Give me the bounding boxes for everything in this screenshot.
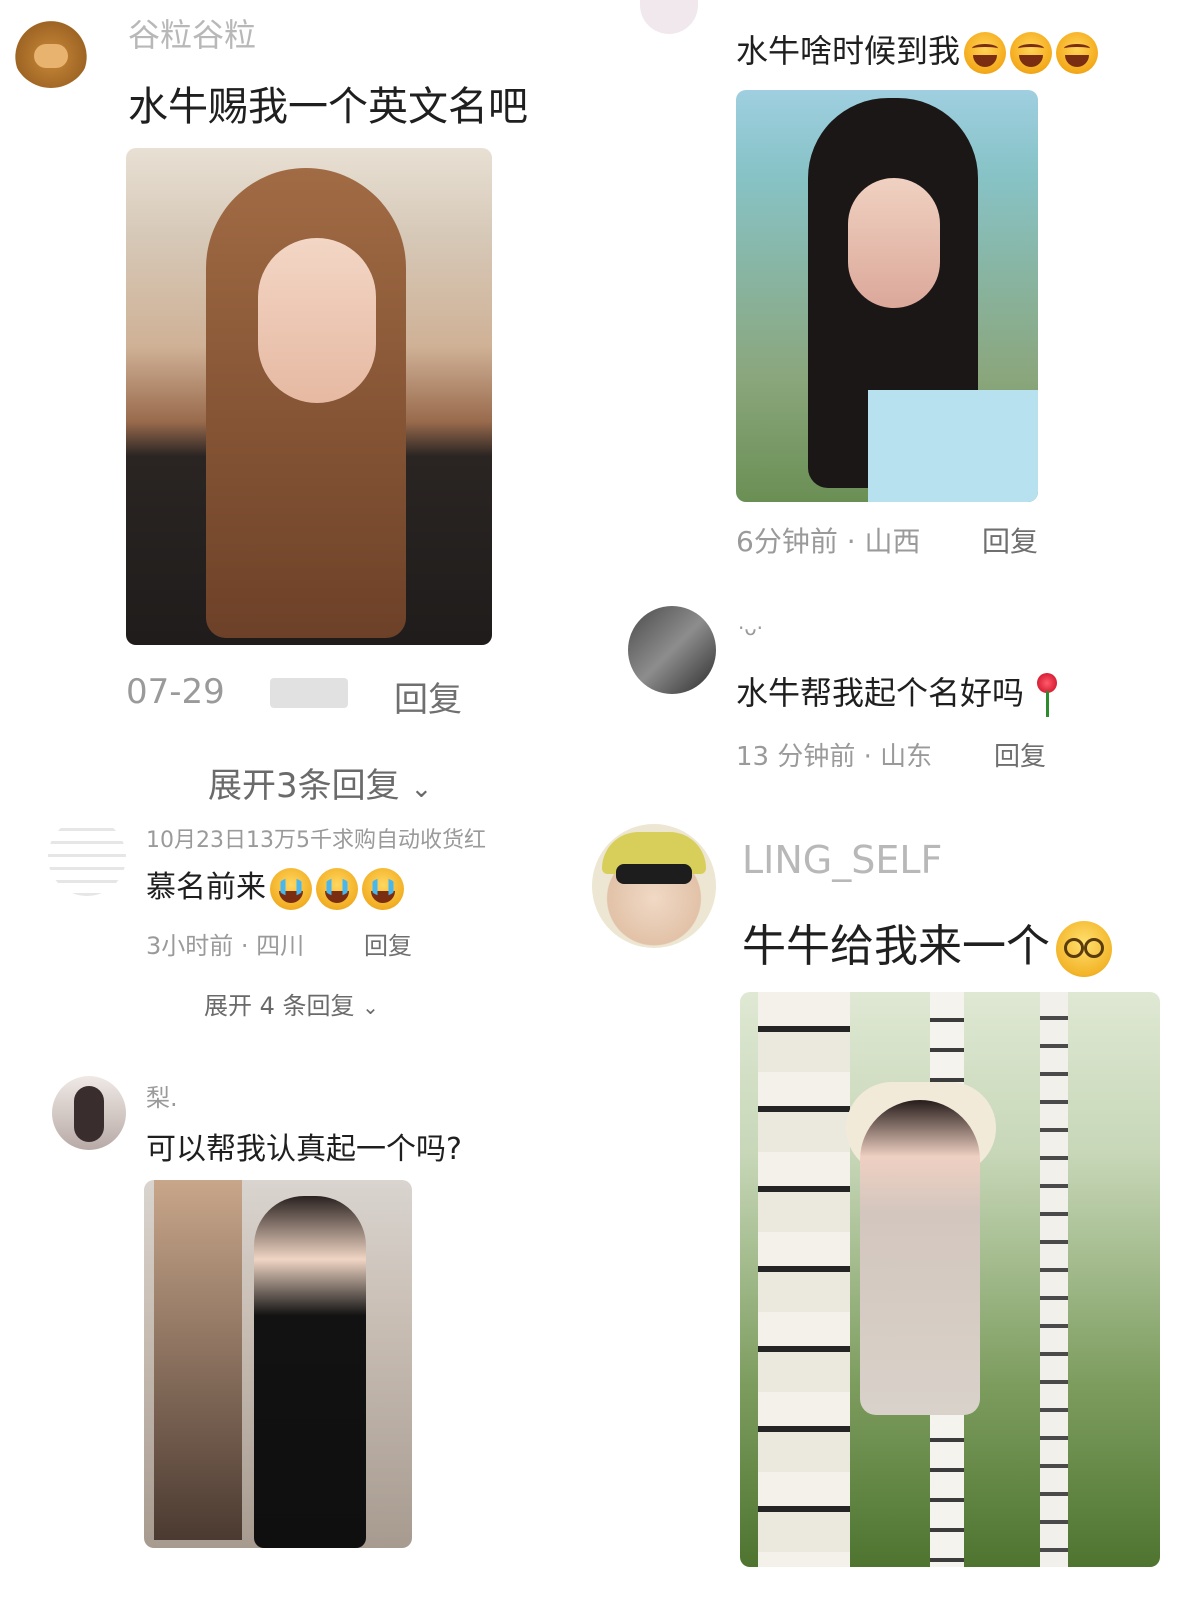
face-shape	[258, 238, 376, 403]
comment-text: 水牛帮我起个名好吗	[736, 668, 1062, 719]
blurred-location	[270, 678, 348, 708]
expand-replies-button[interactable]: 展开 4 条回复 ⌄	[204, 986, 379, 1021]
person-shape	[254, 1196, 366, 1548]
comment-date: 07-29	[126, 672, 225, 712]
username[interactable]: 10月23日13万5千求购自动收货红	[146, 822, 590, 854]
time-location: 6分钟前 · 山西	[736, 525, 921, 558]
chevron-down-icon: ⌄	[362, 995, 379, 1019]
bear-face-icon	[34, 44, 68, 68]
username[interactable]: LING_SELF	[742, 838, 942, 882]
comment-text: 可以帮我认真起一个吗?	[146, 1132, 462, 1167]
crying-face-icon	[270, 867, 312, 910]
crying-loudly-icon	[964, 32, 1007, 74]
expand-replies-label: 展开3条回复	[208, 766, 400, 806]
comment-text: 牛牛给我来一个	[742, 910, 1112, 977]
expand-replies-button[interactable]: 展开3条回复 ⌄	[208, 758, 432, 807]
comment-text-content: 水牛啥时候到我	[736, 32, 961, 70]
hair-shape	[616, 864, 692, 884]
photo-girl-black-dress[interactable]	[144, 1180, 412, 1548]
avatar-guli[interactable]	[12, 10, 90, 88]
portrait-shape	[74, 1086, 104, 1142]
photo-girl-birch-forest[interactable]	[740, 992, 1160, 1567]
username[interactable]: 谷粒谷粒	[128, 10, 256, 56]
cat-sticker-icon	[640, 0, 698, 34]
crying-face-icon	[316, 867, 358, 910]
birch-trunk	[1040, 992, 1068, 1567]
comment-text-content: 水牛帮我起个名好吗	[736, 674, 1025, 712]
coat-rack	[154, 1180, 242, 1540]
reply-button[interactable]: 回复	[994, 736, 1046, 773]
expand-replies-label: 展开 4 条回复	[204, 992, 355, 1020]
photo-crying-girl[interactable]	[126, 148, 492, 645]
comment-text-content: 慕名前来	[146, 870, 266, 905]
time-location: 3小时前 · 四川	[146, 932, 305, 960]
reply-button[interactable]: 回复	[982, 520, 1038, 560]
rose-icon	[1032, 671, 1062, 719]
photo-girl-phone[interactable]	[736, 90, 1038, 502]
face-shape	[848, 178, 940, 308]
avatar-ling-self[interactable]	[592, 824, 716, 948]
username[interactable]: 梨.	[146, 1078, 178, 1113]
comment-text: 水牛赐我一个英文名吧	[128, 84, 528, 130]
avatar-user-r2[interactable]	[628, 606, 716, 694]
crying-loudly-icon	[1056, 32, 1099, 74]
comment-text: 慕名前来	[146, 862, 404, 910]
crying-loudly-icon	[1010, 32, 1053, 74]
comment-text-content: 牛牛给我来一个	[742, 921, 1050, 972]
reply-button[interactable]: 回复	[394, 672, 462, 721]
avatar-user2[interactable]	[48, 818, 126, 896]
comment-text: 水牛啥时候到我	[736, 26, 1099, 74]
username[interactable]: ·ᴗ·	[738, 616, 763, 640]
avatar-li[interactable]	[52, 1076, 126, 1150]
time-location: 13 分钟前 · 山东	[736, 742, 933, 772]
shirt-shape	[868, 390, 1038, 502]
crying-face-icon	[362, 867, 404, 910]
chevron-down-icon: ⌄	[410, 774, 433, 804]
reply-button[interactable]: 回复	[364, 926, 412, 961]
birch-trunk	[758, 992, 850, 1567]
nerd-face-icon	[1056, 921, 1112, 977]
person-shape	[860, 1100, 980, 1415]
